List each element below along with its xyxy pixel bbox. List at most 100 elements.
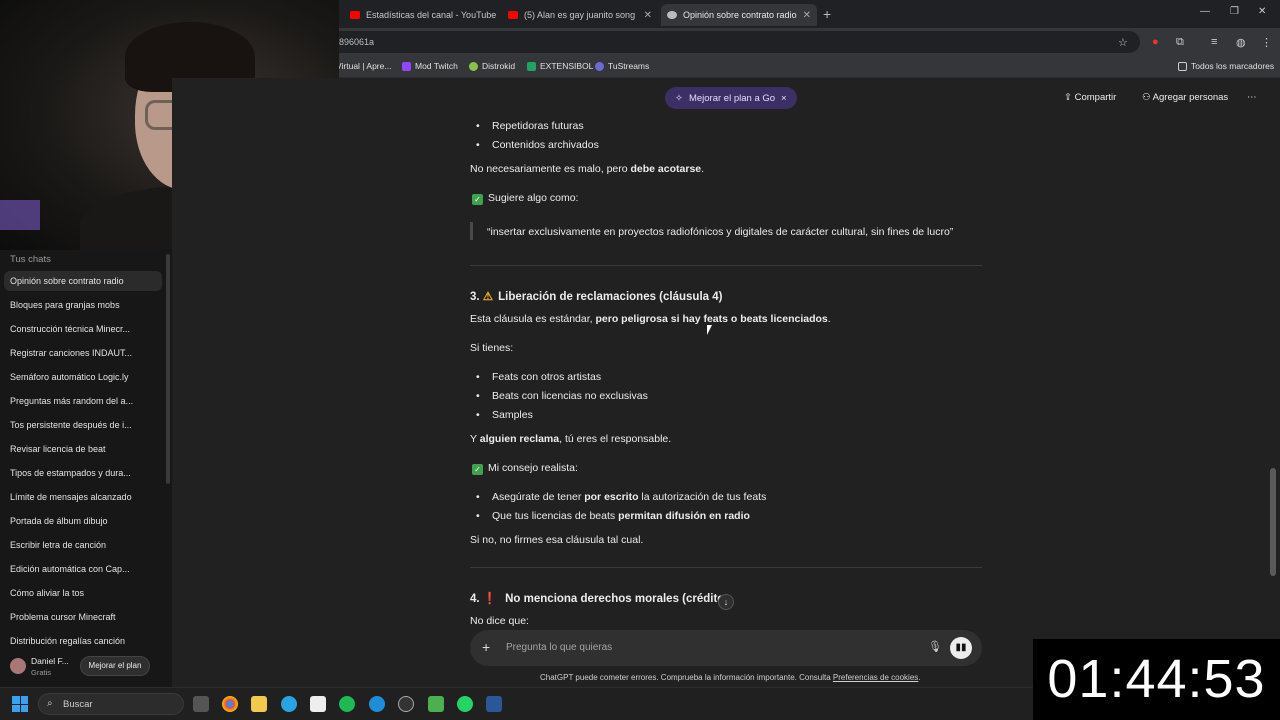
microphone-icon[interactable]: 🎙 bbox=[928, 640, 942, 653]
menu-icon[interactable]: ⋮ bbox=[1261, 36, 1272, 49]
cookie-preferences-link[interactable]: Preferencias de cookies bbox=[833, 673, 918, 682]
text-span: No necesariamente es malo, pero bbox=[470, 163, 631, 175]
close-icon[interactable]: ✕ bbox=[797, 10, 811, 21]
add-people-button[interactable]: ⚇ Agregar personas bbox=[1142, 92, 1228, 103]
extension-icon[interactable]: ● bbox=[1152, 36, 1159, 48]
checkmark-icon: ✓ bbox=[472, 194, 483, 205]
share-icon: ⇪ bbox=[1064, 92, 1072, 103]
chat-item[interactable]: Cómo aliviar la tos bbox=[4, 583, 162, 603]
chat-item[interactable]: Portada de álbum dibujo bbox=[4, 511, 162, 531]
puzzle-icon[interactable]: ⧉ bbox=[1176, 36, 1184, 49]
close-icon[interactable]: ✕ bbox=[496, 10, 500, 21]
bookmark-item[interactable]: Virtual | Apre... bbox=[336, 61, 391, 71]
text-span: , tú eres el responsable. bbox=[559, 433, 672, 445]
scroll-down-button[interactable]: ↓ bbox=[718, 594, 734, 610]
tab-youtube-stats[interactable]: Estadísticas del canal - YouTube ✕ bbox=[344, 4, 500, 26]
plus-icon[interactable]: + bbox=[482, 639, 490, 655]
upgrade-plan-button[interactable]: Mejorar el plan bbox=[80, 656, 150, 676]
bookmark-item[interactable]: TuStreams bbox=[595, 61, 649, 71]
list-item: Feats con otros artistas bbox=[476, 371, 601, 383]
tab-label: Estadísticas del canal - YouTube bbox=[366, 10, 497, 20]
bold-span: debe acotarse bbox=[630, 163, 702, 175]
star-icon[interactable]: ☆ bbox=[1118, 36, 1128, 49]
exclamation-icon: ❗ bbox=[482, 593, 498, 605]
spotify-icon[interactable] bbox=[339, 696, 355, 712]
chat-item[interactable]: Semáforo automático Logic.ly bbox=[4, 367, 162, 387]
chat-item[interactable]: Construcción técnica Minecr... bbox=[4, 319, 162, 339]
disclaimer: ChatGPT puede cometer errores. Comprueba… bbox=[540, 673, 921, 682]
new-tab-icon[interactable]: + bbox=[823, 6, 831, 22]
windows-start-icon[interactable] bbox=[12, 696, 28, 712]
text-span: Que tus licencias de beats bbox=[492, 510, 619, 522]
maximize-icon[interactable]: ❐ bbox=[1230, 6, 1239, 17]
bookmark-label: TuStreams bbox=[608, 61, 650, 71]
divider bbox=[470, 265, 982, 266]
obs-icon[interactable] bbox=[398, 696, 414, 712]
bookmark-label: Mod Twitch bbox=[415, 61, 458, 71]
chat-item[interactable]: Tos persistente después de i... bbox=[4, 415, 162, 435]
telegram-icon[interactable] bbox=[281, 696, 297, 712]
prompt-input[interactable]: Pregunta lo que quieras bbox=[506, 642, 612, 653]
tab-label: Opinión sobre contrato radio bbox=[683, 10, 797, 20]
file-explorer-icon[interactable] bbox=[251, 696, 267, 712]
chat-item[interactable]: Revisar licencia de beat bbox=[4, 439, 162, 459]
tab-chatgpt[interactable]: Opinión sobre contrato radio ✕ bbox=[661, 4, 817, 26]
list-item: Que tus licencias de beats permitan difu… bbox=[476, 510, 750, 522]
taskbar-search[interactable]: ⌕ Buscar bbox=[38, 693, 184, 715]
tab-youtube-song[interactable]: (5) Alan es gay juanito song - YouTube ✕ bbox=[502, 4, 658, 26]
chat-item[interactable]: Escribir letra de canción bbox=[4, 535, 162, 555]
chat-item[interactable]: Bloques para granjas mobs bbox=[4, 295, 162, 315]
all-bookmarks[interactable]: Todos los marcadores bbox=[1178, 61, 1274, 71]
voice-mode-button[interactable]: ▮▮ bbox=[950, 637, 972, 659]
close-icon[interactable]: ✕ bbox=[638, 10, 652, 21]
chat-item[interactable]: Edición automática con Cap... bbox=[4, 559, 162, 579]
sparkle-icon: ✧ bbox=[675, 92, 683, 104]
list-item: Asegúrate de tener por escrito la autori… bbox=[476, 491, 766, 503]
word-icon[interactable] bbox=[486, 696, 502, 712]
minimize-icon[interactable]: — bbox=[1200, 6, 1210, 17]
message-composer[interactable]: + Pregunta lo que quieras 🎙 ▮▮ bbox=[470, 630, 982, 666]
chat-item[interactable]: Distribución regalías canción bbox=[4, 631, 162, 651]
share-button[interactable]: ⇪ Compartir bbox=[1064, 92, 1116, 103]
capcut-icon[interactable] bbox=[310, 696, 326, 712]
sheets-icon bbox=[527, 61, 536, 71]
address-bar[interactable]: 896061a bbox=[330, 31, 1140, 53]
upgrade-plan-pill[interactable]: ✧ Mejorar el plan a Go × bbox=[665, 87, 797, 109]
whatsapp-icon[interactable] bbox=[457, 696, 473, 712]
chat-sidebar: Tus chats Opinión sobre contrato radio B… bbox=[0, 250, 172, 687]
bookmark-label: Distrokid bbox=[482, 61, 516, 71]
paragraph: Y alguien reclama, tú eres el responsabl… bbox=[470, 433, 671, 445]
more-options-icon[interactable]: ⋯ bbox=[1247, 92, 1257, 103]
user-profile[interactable]: Daniel F... Gratis Mejorar el plan bbox=[0, 649, 172, 687]
chat-item[interactable]: Tipos de estampados y dura... bbox=[4, 463, 162, 483]
chat-item[interactable]: Preguntas más random del a... bbox=[4, 391, 162, 411]
close-window-icon[interactable]: ✕ bbox=[1258, 6, 1266, 17]
profile-icon[interactable]: ◍ bbox=[1236, 36, 1246, 49]
chat-item[interactable]: Opinión sobre contrato radio bbox=[4, 271, 162, 291]
share-label: Compartir bbox=[1074, 92, 1117, 103]
stream-timer: 01:44:53 bbox=[1033, 639, 1280, 720]
chat-item[interactable]: Límite de mensajes alcanzado bbox=[4, 487, 162, 507]
media-icon[interactable]: ≡ bbox=[1211, 36, 1217, 48]
chat-item[interactable]: Problema cursor Minecraft bbox=[4, 607, 162, 627]
suggestion-line: ✓ Sugiere algo como: bbox=[472, 192, 578, 205]
bookmark-item[interactable]: EXTENSIBOL bbox=[527, 61, 593, 71]
close-icon[interactable]: × bbox=[781, 93, 787, 104]
chrome-icon[interactable] bbox=[222, 696, 238, 712]
mouse-cursor-icon bbox=[707, 325, 712, 335]
section-heading-4: 4. ❗ No menciona derechos morales (crédit… bbox=[470, 591, 724, 605]
main-scrollbar[interactable] bbox=[1270, 468, 1276, 576]
chats-heading: Tus chats bbox=[10, 254, 51, 265]
text-span: ChatGPT puede cometer errores. Comprueba… bbox=[540, 673, 833, 682]
edge-icon[interactable] bbox=[369, 696, 385, 712]
bookmark-item[interactable]: Mod Twitch bbox=[402, 61, 458, 71]
minecraft-icon[interactable] bbox=[428, 696, 444, 712]
user-plan: Gratis bbox=[31, 668, 52, 677]
bold-span: pero peligrosa si hay feats o beats lice… bbox=[595, 313, 828, 325]
bold-span: por escrito bbox=[584, 491, 639, 503]
warning-icon: ⚠ bbox=[482, 291, 494, 303]
task-view-icon[interactable] bbox=[193, 696, 209, 712]
bookmark-item[interactable]: Distrokid bbox=[469, 61, 515, 71]
sidebar-scrollbar[interactable] bbox=[166, 254, 170, 484]
chat-item[interactable]: Registrar canciones INDAUT... bbox=[4, 343, 162, 363]
